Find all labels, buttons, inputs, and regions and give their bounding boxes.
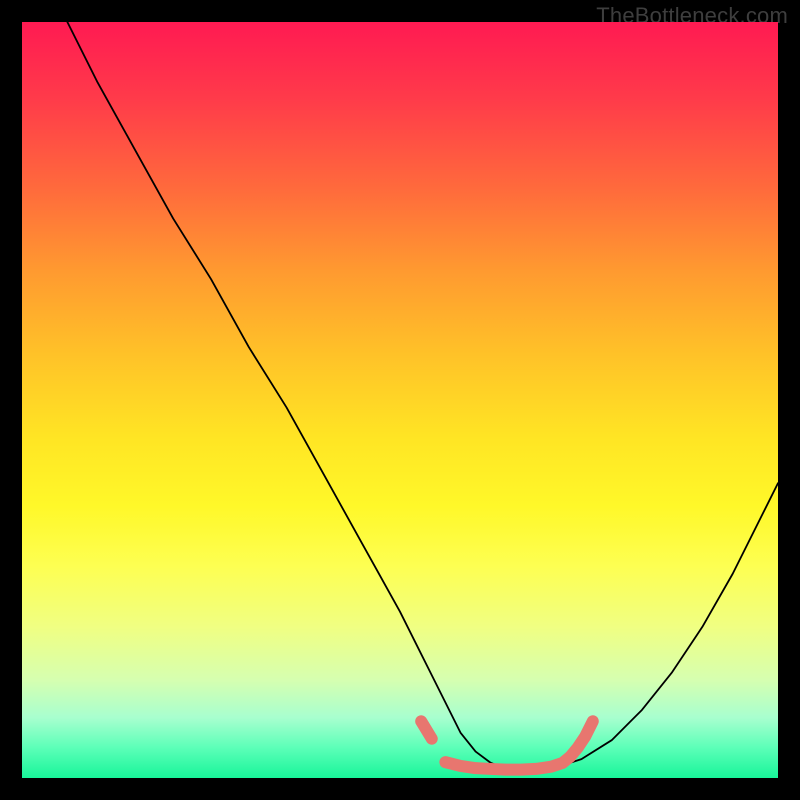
highlight-segment-left [421, 721, 432, 738]
highlight-segment-right [570, 721, 593, 757]
curve-main [67, 22, 778, 770]
highlight-segment-flat [445, 757, 570, 770]
bottleneck-chart [22, 22, 778, 778]
chart-frame [22, 22, 778, 778]
